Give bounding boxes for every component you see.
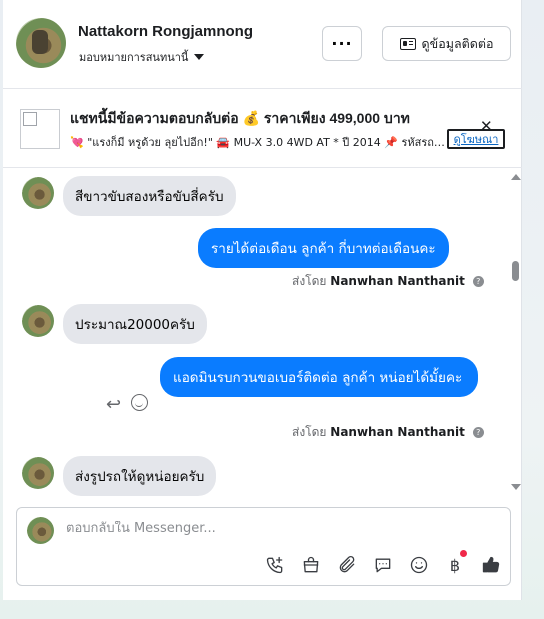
contact-avatar-small[interactable] (22, 305, 54, 337)
sent-by-name: Nanwhan Nanthanit (330, 274, 465, 288)
incoming-message[interactable]: ประมาณ20000ครับ (63, 304, 207, 344)
scroll-up-icon[interactable] (511, 174, 521, 180)
contact-avatar-small[interactable] (22, 177, 54, 209)
view-contact-info-label: ดูข้อมูลติดต่อ (421, 35, 494, 51)
contact-name[interactable]: Nattakorn Rongjamnong (78, 23, 253, 40)
contact-avatar-small[interactable] (22, 457, 54, 489)
sent-by-label: ส่งโดย Nanwhan Nanthanit ? (292, 272, 484, 291)
assign-conversation-dropdown[interactable]: มอบหมายการสนทนานี้ (79, 48, 205, 66)
page-avatar (27, 517, 54, 544)
emoji-icon[interactable] (407, 553, 431, 577)
help-icon[interactable]: ? (472, 427, 484, 438)
sent-by-label: ส่งโดย Nanwhan Nanthanit ? (292, 423, 484, 442)
conversation-panel: Nattakorn Rongjamnong มอบหมายการสนทนานี้… (3, 0, 522, 600)
more-options-button[interactable]: ··· (322, 26, 362, 61)
scroll-down-icon[interactable] (511, 484, 521, 490)
sent-by-prefix: ส่งโดย (292, 425, 327, 439)
thumbs-up-icon[interactable] (479, 553, 503, 577)
conversation-header: Nattakorn Rongjamnong มอบหมายการสนทนานี้… (3, 0, 522, 89)
notification-dot (460, 550, 467, 557)
message-list: สีขาวขับสองหรือขับสี่ครับ รายได้ต่อเดือน… (3, 169, 522, 499)
reply-composer: ฿ (16, 507, 511, 586)
incoming-message[interactable]: ส่งรูปรถให้ดูหน่อยครับ (63, 456, 217, 496)
view-ad-link[interactable]: ดูโฆษณา (447, 129, 505, 149)
react-emoji-icon[interactable] (131, 394, 148, 411)
close-icon[interactable]: ✕ (480, 119, 493, 134)
saved-reply-icon[interactable] (371, 553, 395, 577)
baht-icon[interactable]: ฿ (443, 550, 467, 577)
attachment-icon[interactable] (335, 553, 359, 577)
ad-thumbnail[interactable] (20, 109, 60, 149)
ad-title: แชทนี้มีข้อความตอบกลับต่อ 💰 ราคาเพียง 49… (70, 110, 410, 126)
incoming-message[interactable]: สีขาวขับสองหรือขับสี่ครับ (63, 176, 236, 216)
sent-by-name: Nanwhan Nanthanit (330, 425, 465, 439)
scroll-thumb[interactable] (512, 261, 519, 281)
contact-avatar[interactable] (16, 18, 66, 68)
composer-toolbar: ฿ (263, 550, 503, 577)
chevron-down-icon (194, 54, 205, 60)
ad-reply-banner: แชทนี้มีข้อความตอบกลับต่อ 💰 ราคาเพียง 49… (3, 89, 522, 168)
assign-label: มอบหมายการสนทนานี้ (79, 51, 189, 64)
outgoing-message[interactable]: แอดมินรบกวนขอเบอร์ติดต่อ ลูกค้า หน่อยได้… (160, 357, 478, 397)
sent-by-prefix: ส่งโดย (292, 274, 327, 288)
reply-input[interactable] (66, 521, 466, 536)
contact-card-icon (399, 37, 416, 50)
shopping-bag-icon[interactable] (299, 553, 323, 577)
reply-icon[interactable]: ↩ (106, 394, 121, 415)
help-icon[interactable]: ? (472, 276, 484, 287)
ad-subtitle: 💘 "แรงก็มี หรูด้วย ลุยไปอีก!" 🚘 MU-X 3.0… (70, 136, 445, 149)
message-scrollbar[interactable] (509, 172, 521, 492)
outgoing-message[interactable]: รายได้ต่อเดือน ลูกค้า กี่บาทต่อเดือนคะ (198, 228, 449, 268)
phone-plus-icon[interactable] (263, 553, 287, 577)
view-contact-info-button[interactable]: ดูข้อมูลติดต่อ (382, 26, 511, 61)
